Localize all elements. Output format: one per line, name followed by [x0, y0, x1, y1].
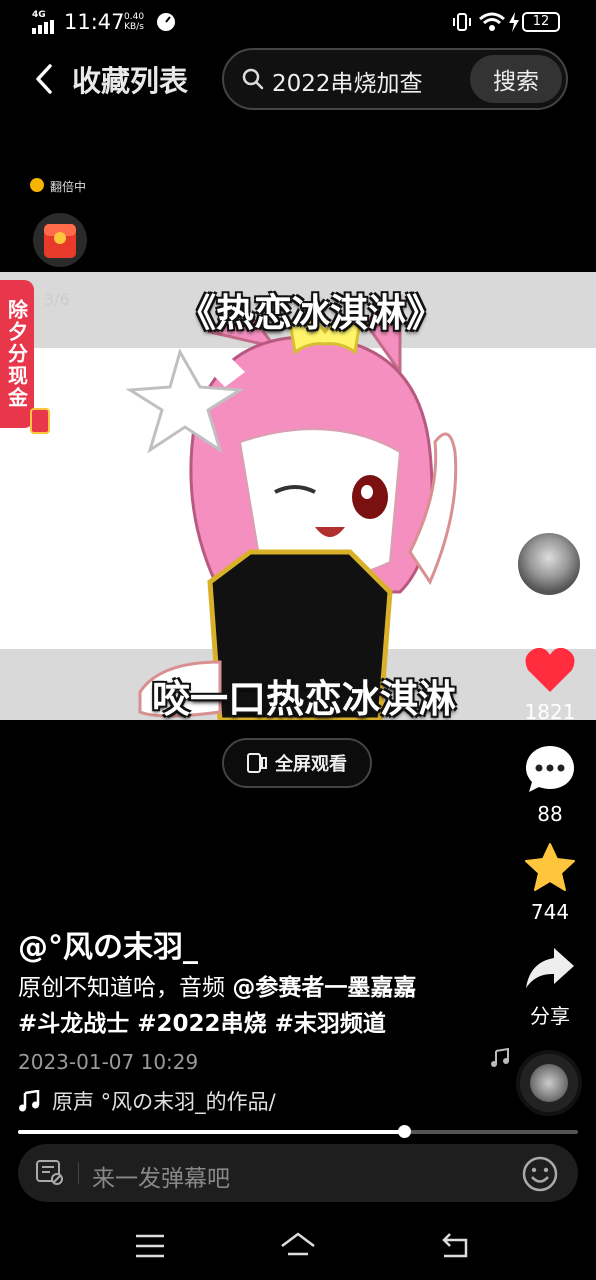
music-note-icon: [19, 1090, 40, 1112]
back-nav-icon[interactable]: [436, 1226, 476, 1266]
search-button[interactable]: 搜索: [470, 55, 562, 103]
signal-icon: 4G: [32, 10, 58, 34]
promo-label: 翻倍中: [50, 180, 87, 194]
share-label[interactable]: 分享: [510, 1000, 590, 1029]
home-icon[interactable]: [278, 1226, 318, 1266]
wifi-icon: [479, 12, 505, 31]
charging-icon: [509, 12, 519, 32]
fullscreen-button[interactable]: 全屏观看: [222, 738, 372, 788]
search-input[interactable]: 2022串烧加查: [272, 64, 423, 98]
subtitle-top: 《热恋冰淇淋》: [178, 291, 445, 335]
coin-icon: [30, 178, 44, 192]
comment-count: 88: [537, 802, 563, 826]
side-promo-tab[interactable]: 除夕分现金: [0, 280, 34, 428]
emoji-icon[interactable]: [522, 1156, 558, 1192]
author-name[interactable]: @°风の末羽_: [18, 922, 198, 966]
promo-count: 3/6: [44, 290, 70, 309]
star-icon[interactable]: [524, 842, 576, 892]
fullscreen-label: 全屏观看: [275, 754, 347, 775]
comment-icon[interactable]: [524, 744, 576, 794]
music-title: 原声 °风の末羽_的作品/: [52, 1090, 276, 1114]
like-count: 1821: [524, 700, 576, 724]
battery-level: 12: [532, 14, 550, 29]
post-description: 原创不知道哈，音频 @参赛者一墨嘉嘉 #斗龙战士 #2022串烧 #末羽频道: [18, 970, 488, 1042]
page-title: 收藏列表: [72, 64, 189, 98]
red-packet-icon[interactable]: [32, 212, 88, 268]
subtitle-bottom: 咬一口热恋冰淇淋: [152, 677, 457, 720]
status-bar: 4G 11:47 0.40 KB/s 12: [0, 0, 596, 44]
progress-handle[interactable]: [398, 1125, 411, 1138]
share-icon[interactable]: [524, 946, 576, 990]
envelope-icon: [30, 408, 50, 434]
clock: 11:47: [64, 10, 125, 34]
heart-icon[interactable]: [524, 646, 576, 694]
danmaku-toggle-icon[interactable]: [36, 1160, 64, 1186]
mention-link[interactable]: @参赛者一墨嘉嘉: [232, 975, 416, 1001]
back-icon[interactable]: [30, 62, 60, 96]
search-icon: [242, 68, 264, 90]
character-illustration: [125, 294, 458, 720]
fullscreen-icon: [247, 753, 267, 773]
description-text: 原创不知道哈，音频: [18, 975, 233, 1001]
favorite-count: 744: [530, 900, 570, 924]
music-info[interactable]: 原声 °风の末羽_的作品/: [18, 1086, 276, 1116]
divider: [78, 1162, 79, 1184]
network-type: 4G: [32, 10, 46, 20]
video-player[interactable]: 《热恋冰淇淋》 咬一口热恋冰淇淋: [0, 272, 596, 720]
author-avatar[interactable]: [516, 531, 582, 597]
danmaku-input[interactable]: 来一发弹幕吧: [92, 1159, 230, 1193]
vibrate-icon: [453, 13, 471, 31]
progress-fill: [18, 1130, 404, 1134]
music-disc-cover: [530, 1064, 568, 1102]
floating-note-icon: [491, 1048, 509, 1067]
net-speed: 0.40 KB/s: [124, 12, 145, 32]
battery-icon: 12: [522, 12, 560, 32]
menu-icon[interactable]: [130, 1226, 170, 1266]
gauge-icon: [157, 13, 175, 31]
post-date: 2023-01-07 10:29: [18, 1050, 199, 1074]
hashtags[interactable]: #斗龙战士 #2022串烧 #末羽频道: [18, 1006, 488, 1042]
